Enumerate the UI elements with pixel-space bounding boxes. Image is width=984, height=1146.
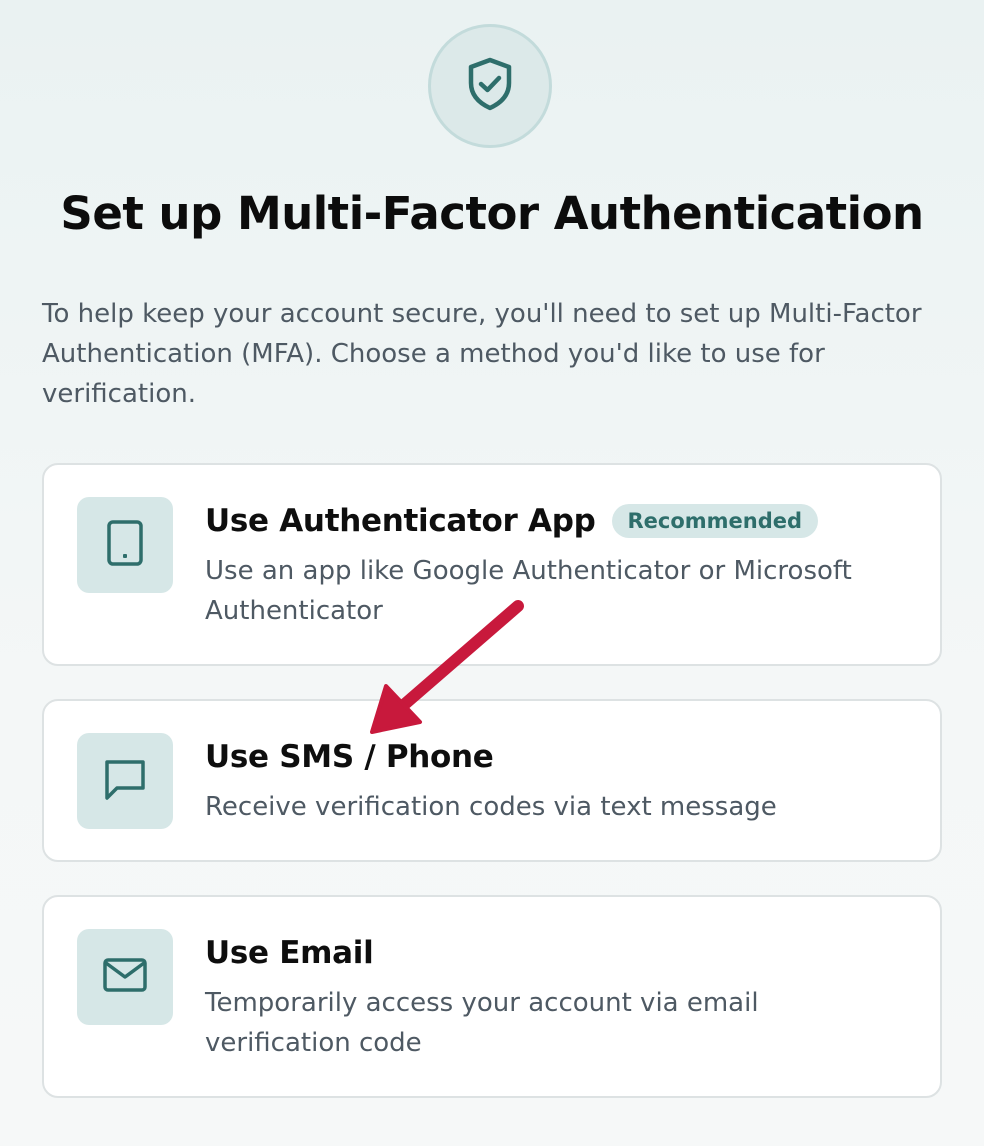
shield-check-icon	[464, 56, 516, 116]
option-title: Use Email	[205, 935, 374, 971]
mail-icon	[101, 955, 149, 999]
option-title: Use SMS / Phone	[205, 739, 494, 775]
option-email[interactable]: Use Email Temporarily access your accoun…	[42, 895, 942, 1098]
option-icon-box	[77, 733, 173, 829]
option-description: Use an app like Google Authenticator or …	[205, 556, 852, 626]
message-icon	[101, 756, 149, 806]
mfa-setup-page: Set up Multi-Factor Authentication To he…	[0, 0, 984, 1146]
option-icon-box	[77, 929, 173, 1025]
option-title: Use Authenticator App	[205, 503, 596, 539]
page-title: Set up Multi-Factor Authentication	[60, 187, 924, 240]
option-description: Temporarily access your account via emai…	[205, 988, 759, 1058]
option-description: Receive verification codes via text mess…	[205, 792, 777, 822]
shield-badge	[428, 24, 552, 148]
intro-text: To help keep your account secure, you'll…	[42, 299, 922, 409]
option-authenticator-app[interactable]: Use Authenticator App Recommended Use an…	[42, 463, 942, 666]
option-sms-phone[interactable]: Use SMS / Phone Receive verification cod…	[42, 699, 942, 862]
option-icon-box	[77, 497, 173, 593]
tablet-icon	[105, 519, 145, 571]
recommended-badge: Recommended	[611, 504, 819, 538]
